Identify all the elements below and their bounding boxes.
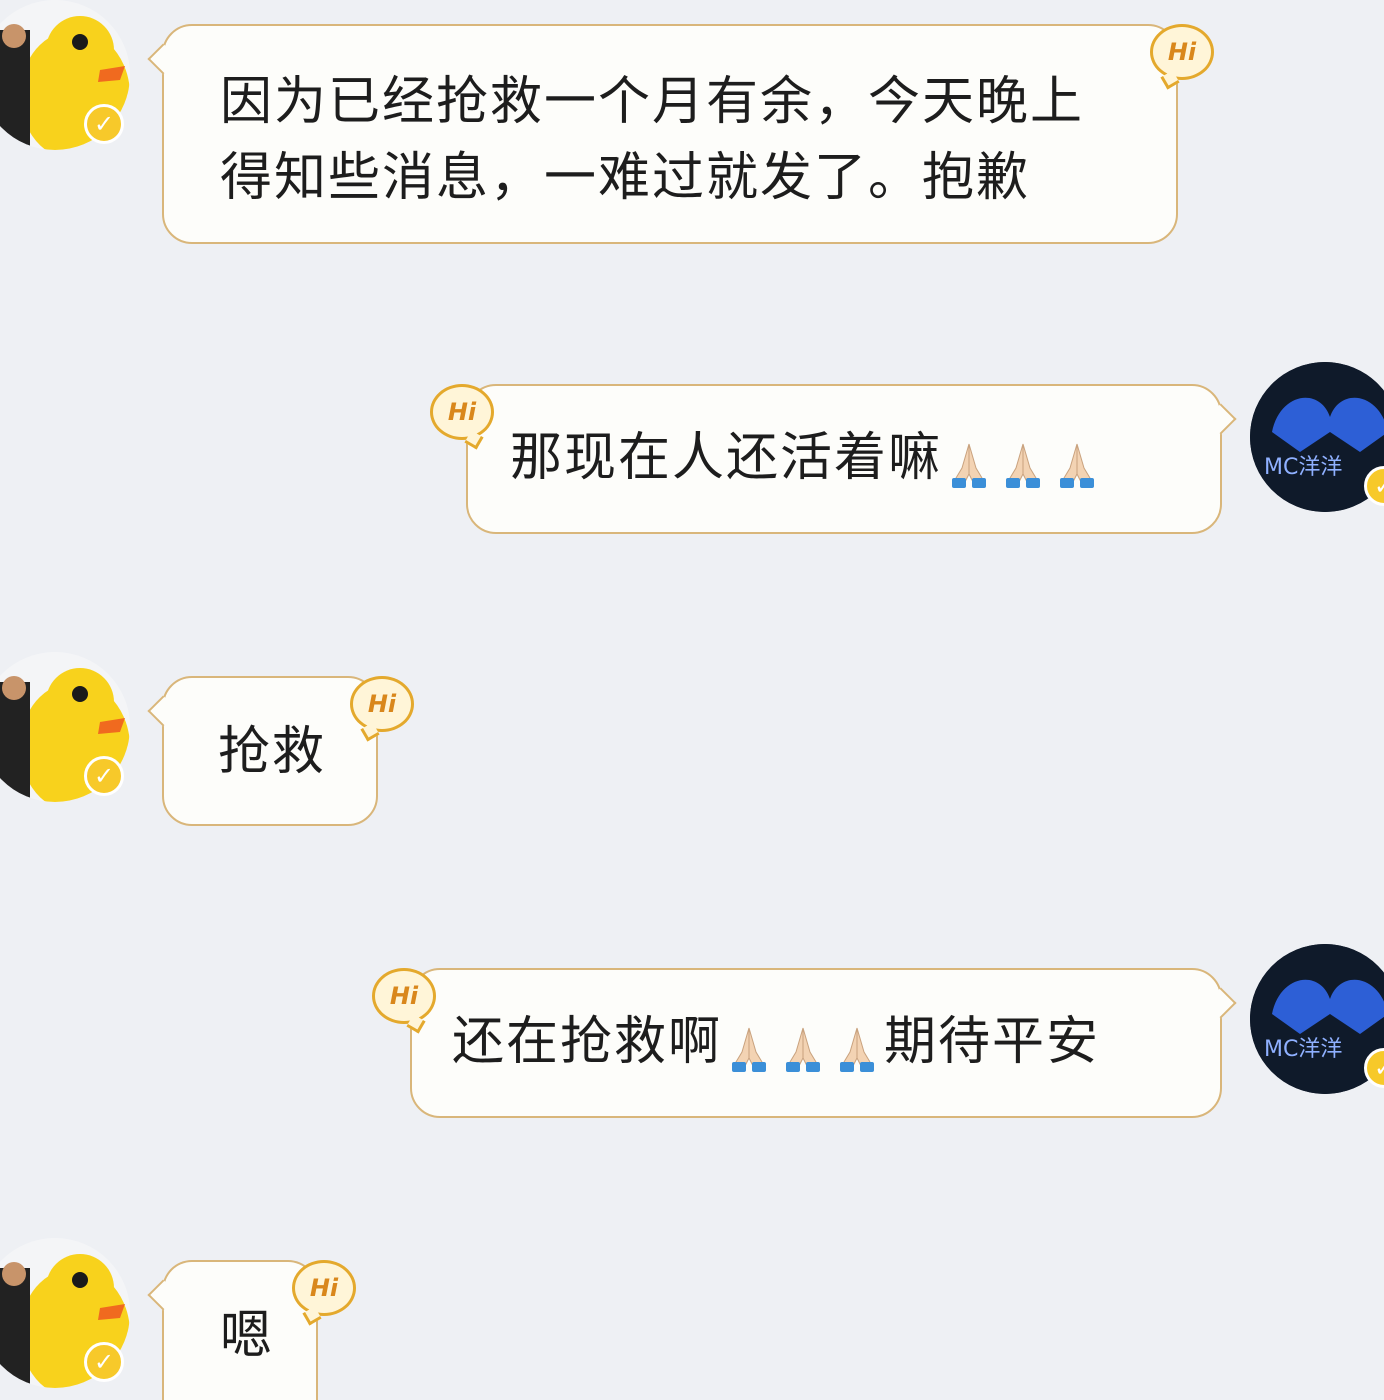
blue-logo-avatar[interactable]: MC洋洋 ✓ <box>1250 944 1384 1094</box>
chat-thread: ✓ 因为已经抢救一个月有余，今天晚上 得知些消息，一难过就发了。抱歉 Hi 那现… <box>0 0 1384 1400</box>
hi-badge-icon: Hi <box>350 676 414 732</box>
message-text-5: 嗯 <box>220 1306 275 1366</box>
praying-hands-icon <box>776 1019 830 1072</box>
pray-emoji-group <box>942 428 1104 488</box>
praying-hands-icon <box>1050 435 1104 488</box>
message-bubble-2[interactable]: 那现在人还活着嘛 <box>466 384 1237 534</box>
duck-avatar[interactable]: ✓ <box>0 0 130 150</box>
message-text-4-tail: 期待平安 <box>884 1012 1101 1072</box>
logo-text: MC洋洋 <box>1264 455 1342 480</box>
duck-avatar[interactable]: ✓ <box>0 1238 130 1388</box>
bubble-tail <box>147 1279 179 1311</box>
bubble-tail <box>147 695 179 727</box>
blue-logo-avatar[interactable]: MC洋洋 ✓ <box>1250 362 1384 512</box>
verified-v-icon: ✓ <box>84 104 124 144</box>
message-text-4-main: 还在抢救啊 <box>452 1012 723 1072</box>
bubble-tail <box>1205 987 1237 1019</box>
hi-badge-icon: Hi <box>292 1260 356 1316</box>
message-text-2-main: 那现在人还活着嘛 <box>510 428 943 488</box>
praying-hands-icon <box>942 435 996 488</box>
message-text-3: 抢救 <box>218 722 327 782</box>
message-text-4: 还在抢救啊 期待平安 <box>452 1004 1190 1080</box>
message-bubble-1[interactable]: 因为已经抢救一个月有余，今天晚上 得知些消息，一难过就发了。抱歉 <box>147 24 1178 244</box>
praying-hands-icon <box>722 1019 776 1072</box>
bubble-tail <box>1205 403 1237 435</box>
verified-v-icon: ✓ <box>84 1342 124 1382</box>
hi-badge-icon: Hi <box>372 968 436 1024</box>
praying-hands-icon <box>830 1019 884 1072</box>
hi-badge-icon: Hi <box>430 384 494 440</box>
bubble-tail <box>147 43 179 75</box>
message-bubble-4[interactable]: 还在抢救啊 期待平安 <box>410 968 1237 1118</box>
pray-emoji-group <box>722 1012 884 1072</box>
message-text-1: 因为已经抢救一个月有余，今天晚上 得知些消息，一难过就发了。抱歉 <box>220 72 1085 208</box>
duck-avatar[interactable]: ✓ <box>0 652 130 802</box>
logo-text: MC洋洋 <box>1264 1037 1342 1062</box>
message-text-2: 那现在人还活着嘛 <box>510 420 1190 496</box>
hi-badge-icon: Hi <box>1150 24 1214 80</box>
message-bubble-3[interactable]: 抢救 <box>147 676 378 826</box>
praying-hands-icon <box>996 435 1050 488</box>
verified-v-icon: ✓ <box>84 756 124 796</box>
